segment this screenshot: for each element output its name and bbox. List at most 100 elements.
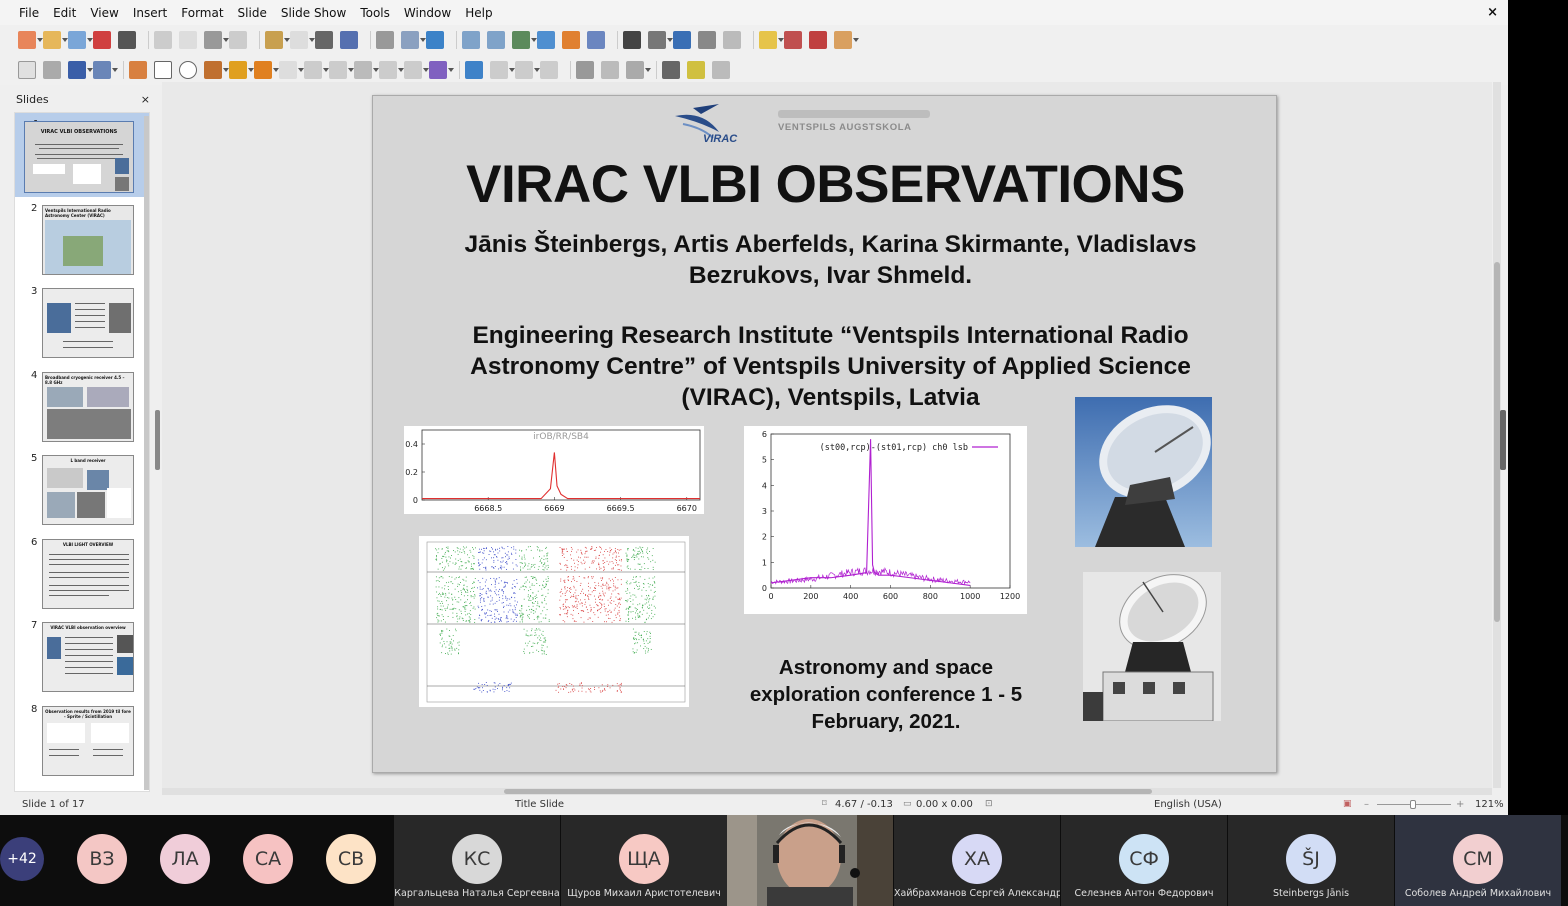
3d-objects-icon[interactable] xyxy=(429,61,454,79)
special-character-icon[interactable] xyxy=(648,31,673,49)
interaction-icon[interactable] xyxy=(712,61,730,79)
slide-thumb-1[interactable]: 1 VIRAC VLBI OBSERVATIONS xyxy=(15,113,149,197)
spelling-icon[interactable] xyxy=(340,31,358,49)
slide-thumb-6[interactable]: 6 VLBI LIGHT OVERVIEW xyxy=(15,531,149,615)
print-icon[interactable] xyxy=(118,31,136,49)
stars-icon[interactable] xyxy=(404,61,429,79)
redo-icon[interactable] xyxy=(290,31,315,49)
menu-view[interactable]: View xyxy=(83,6,125,20)
menu-slide-show[interactable]: Slide Show xyxy=(274,6,353,20)
cut-icon[interactable] xyxy=(154,31,172,49)
fontwork-icon[interactable] xyxy=(673,31,691,49)
curves-icon[interactable] xyxy=(229,61,254,79)
horizontal-scrollbar[interactable] xyxy=(162,788,1492,795)
participant-tile[interactable]: ХА Хайбрахманов Сергей Александр... xyxy=(894,815,1060,906)
toggle-point-edit-icon[interactable] xyxy=(662,61,680,79)
zoom-out-icon[interactable]: – xyxy=(1364,799,1369,810)
participant-tile[interactable]: КС Каргальцева Наталья Сергеевна xyxy=(394,815,560,906)
participant-tile[interactable]: ЩА Щуров Михаил Аристотелевич xyxy=(561,815,727,906)
participant-more[interactable]: +42 xyxy=(0,815,44,906)
menu-insert[interactable]: Insert xyxy=(126,6,174,20)
slides-pane-collapse-handle[interactable] xyxy=(155,410,160,470)
image-icon[interactable] xyxy=(537,31,555,49)
slide-thumb-3[interactable]: 3 xyxy=(15,280,149,364)
menu-edit[interactable]: Edit xyxy=(46,6,83,20)
hyperlink-icon[interactable] xyxy=(698,31,716,49)
fit-slide-icon[interactable]: ▣ xyxy=(1343,799,1352,809)
callouts-icon[interactable] xyxy=(379,61,404,79)
display-views-icon[interactable] xyxy=(401,31,426,49)
crop-icon[interactable] xyxy=(601,61,619,79)
chart-icon[interactable] xyxy=(587,31,605,49)
table-icon[interactable] xyxy=(512,31,537,49)
participant-tile[interactable]: ВЗ xyxy=(77,815,127,906)
shadow-icon[interactable] xyxy=(576,61,594,79)
menu-help[interactable]: Help xyxy=(458,6,499,20)
slide-canvas[interactable]: VIRAC VENTSPILS AUGSTSKOLA VIRAC VLBI OB… xyxy=(372,95,1277,773)
dynamic-spectrum-plot[interactable] xyxy=(419,536,689,707)
close-document-icon[interactable]: × xyxy=(1487,5,1498,20)
slide-title[interactable]: VIRAC VLBI OBSERVATIONS xyxy=(373,154,1248,215)
conference-info[interactable]: Astronomy and space exploration conferen… xyxy=(721,654,1051,735)
menu-file[interactable]: File xyxy=(12,6,46,20)
menu-format[interactable]: Format xyxy=(174,6,230,20)
start-first-slide-icon[interactable] xyxy=(462,31,480,49)
participant-tile[interactable]: ЛА xyxy=(160,815,210,906)
slide-thumb-8[interactable]: 8 Observation results from 2019 til fore… xyxy=(15,698,149,782)
spectrum-plot-6669[interactable]: 6668.5 6669 6669.5 6670 0 0.2 0.4 irOB/RR/SB4 xyxy=(404,426,704,514)
document-modified-icon[interactable]: ⊡ xyxy=(985,799,993,809)
menu-window[interactable]: Window xyxy=(397,6,458,20)
line-icon[interactable] xyxy=(129,61,147,79)
participant-tile[interactable]: СМ Соболев Андрей Михайлович xyxy=(1395,815,1561,906)
fringe-plot[interactable]: 0 200 400 600 800 1000 1200 0 1 2 3 4 5 6 (st00,rcp)-(… xyxy=(744,426,1027,614)
save-icon[interactable] xyxy=(68,31,93,49)
slide-thumb-5[interactable]: 5 L band receiver xyxy=(15,447,149,531)
participant-tile[interactable]: СВ xyxy=(326,815,376,906)
symbol-shapes-icon[interactable] xyxy=(304,61,329,79)
participant-tile[interactable]: СФ Селезнев Антон Федорович xyxy=(1061,815,1227,906)
select-icon[interactable] xyxy=(18,61,36,79)
zoom-level[interactable]: 121% xyxy=(1475,799,1504,810)
find-replace-icon[interactable] xyxy=(315,31,333,49)
participant-tile[interactable]: СА xyxy=(243,815,293,906)
basic-shapes-icon[interactable] xyxy=(279,61,304,79)
undo-icon[interactable] xyxy=(265,31,290,49)
toggle-extrusion-icon[interactable] xyxy=(687,61,705,79)
zoom-slider-thumb[interactable] xyxy=(1410,800,1416,809)
menu-slide[interactable]: Slide xyxy=(231,6,274,20)
new-icon[interactable] xyxy=(18,31,43,49)
arrange-icon[interactable] xyxy=(515,61,540,79)
participant-video[interactable] xyxy=(727,815,893,906)
rotate-icon[interactable] xyxy=(465,61,483,79)
text-box-icon[interactable] xyxy=(623,31,641,49)
block-arrows-icon[interactable] xyxy=(329,61,354,79)
flowchart-icon[interactable] xyxy=(354,61,379,79)
duplicate-slide-icon[interactable] xyxy=(784,31,802,49)
language-indicator[interactable]: English (USA) xyxy=(1154,799,1222,810)
start-current-slide-icon[interactable] xyxy=(487,31,505,49)
slide-thumb-4[interactable]: 4 Broadband cryogenic receiver 4.5 – 8.8… xyxy=(15,364,149,448)
new-slide-icon[interactable] xyxy=(759,31,784,49)
lines-arrows-icon[interactable] xyxy=(204,61,229,79)
delete-slide-icon[interactable] xyxy=(809,31,827,49)
media-icon[interactable] xyxy=(562,31,580,49)
sidebar-collapse-handle[interactable] xyxy=(1500,410,1506,470)
align-icon[interactable] xyxy=(490,61,515,79)
export-pdf-icon[interactable] xyxy=(93,31,111,49)
filter-icon[interactable] xyxy=(626,61,651,79)
open-icon[interactable] xyxy=(43,31,68,49)
ellipse-icon[interactable] xyxy=(179,61,197,79)
slide-layout-icon[interactable] xyxy=(834,31,859,49)
comment-icon[interactable] xyxy=(723,31,741,49)
grid-icon[interactable] xyxy=(376,31,394,49)
paste-icon[interactable] xyxy=(204,31,229,49)
rectangle-icon[interactable] xyxy=(154,61,172,79)
distribute-icon[interactable] xyxy=(540,61,558,79)
line-color-icon[interactable] xyxy=(68,61,93,79)
zoom-pan-icon[interactable] xyxy=(43,61,61,79)
slides-pane-close-icon[interactable]: × xyxy=(141,93,150,106)
slides-pane-scrollbar[interactable] xyxy=(144,116,149,790)
clone-formatting-icon[interactable] xyxy=(229,31,247,49)
copy-icon[interactable] xyxy=(179,31,197,49)
zoom-in-icon[interactable]: + xyxy=(1456,799,1464,810)
